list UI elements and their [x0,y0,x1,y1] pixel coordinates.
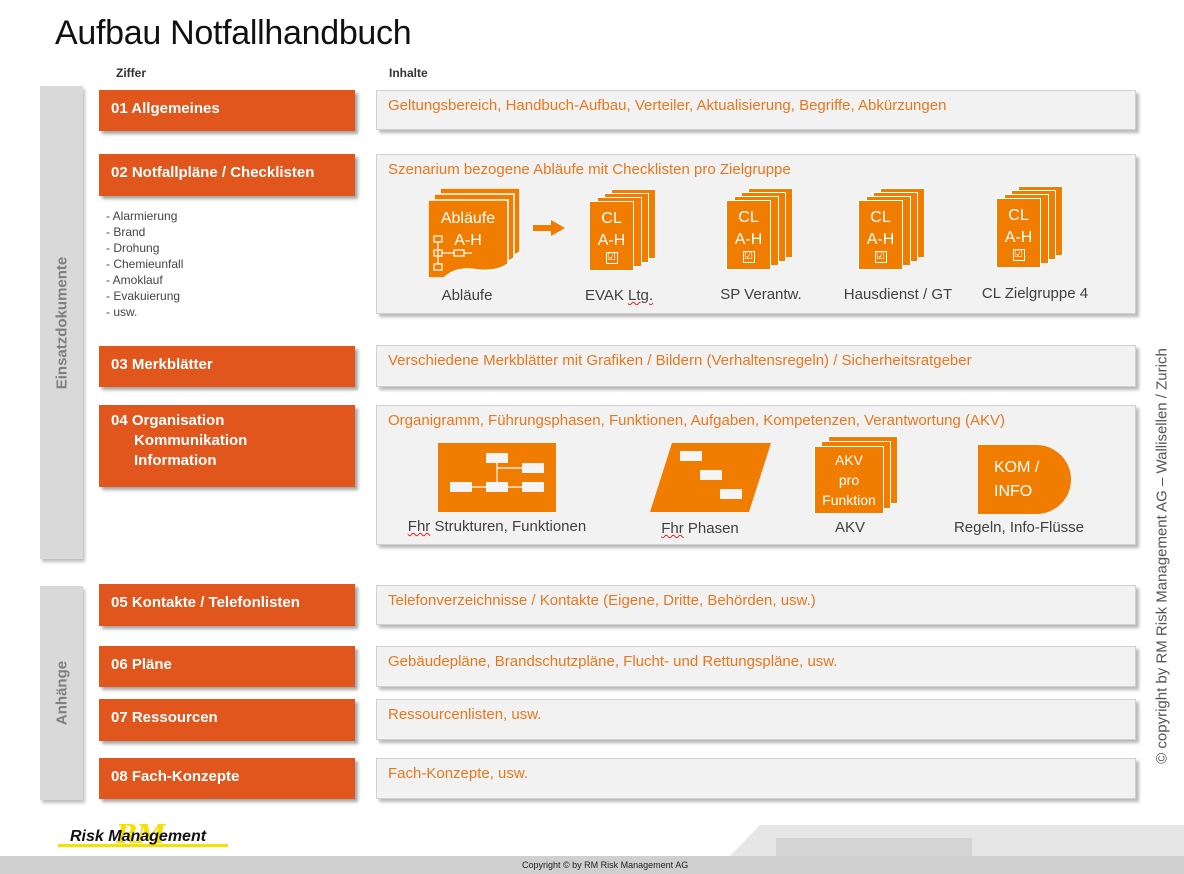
cl-stack-zg4: CL A-H ☑ [996,186,1066,276]
cl-label: CL [738,209,759,226]
cl-icon: CL A-H ☑ [858,200,903,270]
caption-sp: SP Verantw. [720,286,802,303]
content-04-text: Organigramm, Führungsphasen, Funktionen,… [388,412,1006,429]
org-structure-svg [438,443,556,512]
cl-range: A-H [734,231,763,248]
caption-evak-b: Ltg. [628,287,654,304]
cl-label: CL [601,210,622,227]
caption-evak-a: EVAK [584,287,624,304]
checkbox-icon: ☑ [605,252,618,264]
akv-stack: AKV pro Funktion [814,436,900,516]
cl-icon: CL A-H ☑ [996,198,1041,268]
content-02-text: Szenarium bezogene Abläufe mit Checklist… [388,161,791,178]
item-08-fach-konzepte[interactable]: 08 Fach-Konzepte [99,758,355,799]
item-04-line1: 04 Organisation [111,412,225,429]
kom-info-icon: KOM / INFO [978,445,1071,514]
arrow-right-icon [533,220,565,236]
akv-icon-l2: pro [838,472,860,488]
sidebar-anhaenge: Anhänge [40,586,83,800]
content-06: Gebäudepläne, Brandschutzpläne, Flucht- … [376,646,1136,687]
cl-icon: CL A-H ☑ [726,200,771,270]
caption-evak: EVAK Ltg. [585,287,653,304]
cl-stack-haus: CL A-H ☑ [858,188,928,278]
org-structure-icon [438,443,556,512]
caption-fhr-strukturen: Fhr Strukturen, Funktionen [408,518,586,535]
content-08: Fach-Konzepte, usw. [376,758,1136,799]
list-item: - Brand [106,225,146,239]
ablaeufe-icon-text: Abläufe A-H [428,208,508,252]
content-01: Geltungsbereich, Handbuch-Aufbau, Vertei… [376,90,1136,130]
item-06-plaene[interactable]: 06 Pläne [99,646,355,687]
ablaeufe-icon-l2: A-H [454,232,482,249]
content-07: Ressourcenlisten, usw. [376,699,1136,740]
sidebar-einsatzdokumente: Einsatzdokumente [40,86,83,559]
sidebar-anhaenge-label: Anhänge [53,660,70,726]
kom-info-l2: INFO [994,482,1033,500]
item-04-organisation[interactable]: 04 Organisation Kommunikation Informatio… [99,405,355,487]
list-item: - usw. [106,305,138,319]
item-03-merkblaetter[interactable]: 03 Merkblätter [99,346,355,387]
phases-icon [650,443,771,512]
item-04-line2: Kommunikation [134,432,248,449]
caption-fhr2-b: Phasen [687,520,739,537]
ablaeufe-icon: Abläufe A-H [427,187,524,279]
kom-info-l1: KOM / [994,458,1040,476]
sidebar-einsatzdokumente-label: Einsatzdokumente [53,256,70,389]
cl-stack-sp: CL A-H ☑ [726,188,796,278]
logo-text: Risk Management [70,828,207,845]
checkbox-icon: ☑ [874,251,887,263]
cl-range: A-H [597,232,626,249]
caption-fhr-phasen: Fhr Phasen [661,520,739,537]
arrow-right-svg [533,220,565,236]
cl-range: A-H [1004,229,1033,246]
checkbox-icon: ☑ [1012,249,1025,261]
cl-label: CL [870,209,891,226]
scenario-list: - Alarmierung - Brand - Drohung - Chemie… [106,208,183,320]
caption-haus: Hausdienst / GT [843,286,953,303]
ablaeufe-icon-l1: Abläufe [440,210,496,227]
checkbox-icon: ☑ [742,251,755,263]
ziffer-header: Ziffer [116,66,146,80]
cl-icon: CL A-H ☑ [589,201,634,271]
cl-label: CL [1008,207,1029,224]
item-02-notfallplaene[interactable]: 02 Notfallpläne / Checklisten [99,154,355,196]
cl-stack-evak: CL A-H ☑ [589,189,659,279]
list-item: - Chemieunfall [106,257,184,271]
item-05-kontakte[interactable]: 05 Kontakte / Telefonlisten [99,584,355,626]
cl-range: A-H [866,231,895,248]
akv-icon: AKV pro Funktion [814,446,884,514]
caption-cl4: CL Zielgruppe 4 [981,285,1089,302]
caption-akv: AKV [834,519,866,536]
footer-copyright: Copyright © by RM Risk Management AG [522,860,689,870]
page-title: Aufbau Notfallhandbuch [55,14,412,52]
caption-fhr2-a: Fhr [661,520,684,537]
vertical-copyright: © copyright by RM Risk Management AG – W… [1153,348,1171,764]
list-item: - Alarmierung [106,209,178,223]
caption-regeln: Regeln, Info-Flüsse [953,519,1085,536]
list-item: - Amoklauf [106,273,163,287]
akv-icon-l1: AKV [834,452,863,468]
item-04-line3: Information [134,452,217,469]
caption-fhr1-b: Strukturen, Funktionen [434,518,587,535]
akv-icon-l3: Funktion [822,492,876,508]
content-05: Telefonverzeichnisse / Kontakte (Eigene,… [376,585,1136,625]
caption-ablaeufe: Abläufe [441,287,493,304]
list-item: - Drohung [106,241,160,255]
list-item: - Evakuierung [106,289,181,303]
phases-svg [650,443,771,512]
item-01-allgemeines[interactable]: 01 Allgemeines [99,90,355,131]
inhalte-header: Inhalte [389,66,428,80]
caption-fhr1-a: Fhr [407,518,431,535]
item-07-ressourcen[interactable]: 07 Ressourcen [99,699,355,741]
content-03: Verschiedene Merkblätter mit Grafiken / … [376,345,1136,387]
risk-management-logo: RM Risk Management [58,822,228,850]
